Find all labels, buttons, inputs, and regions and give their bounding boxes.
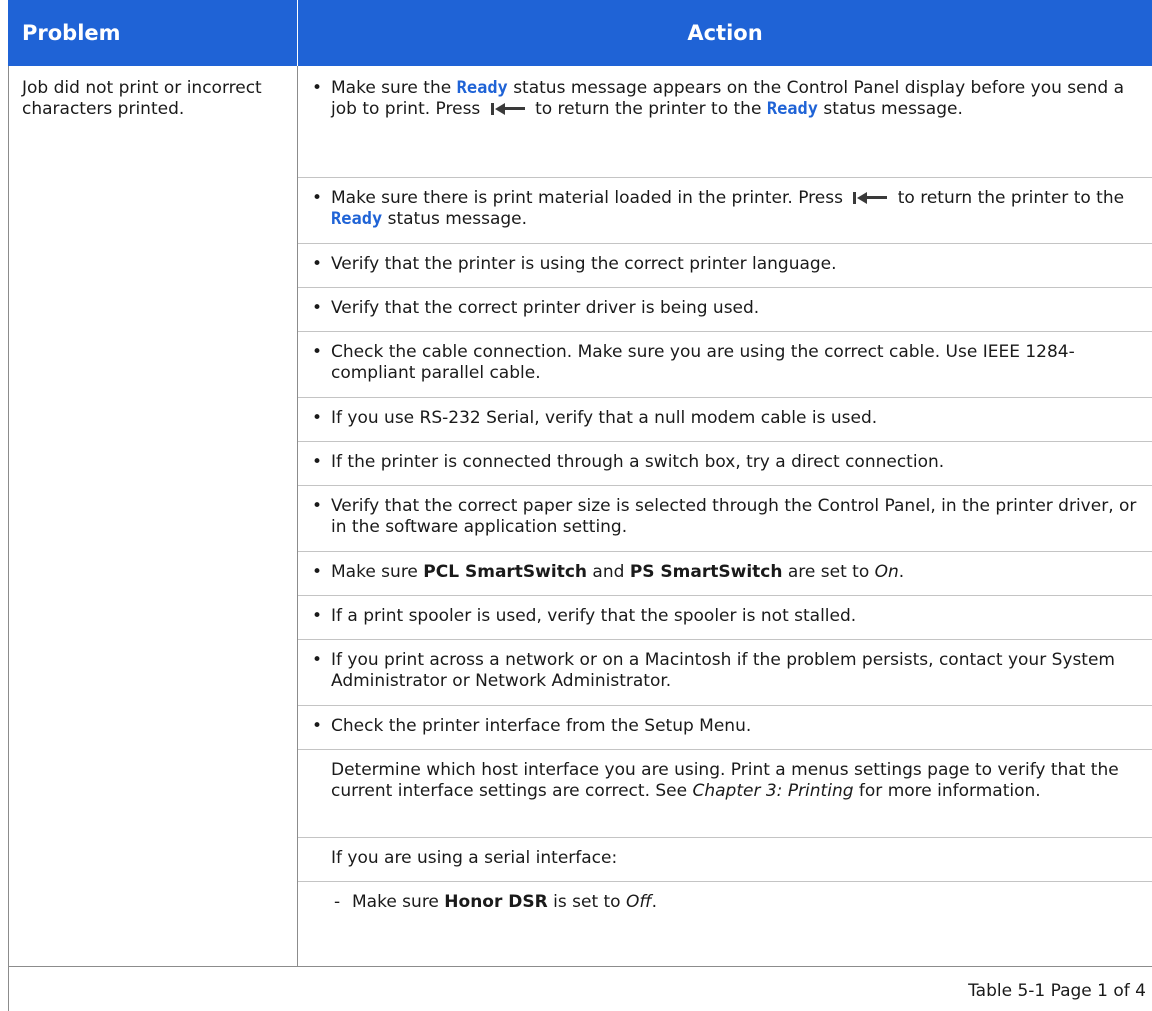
- action-text: Verify that the printer is using the cor…: [331, 254, 837, 274]
- column-header-action-label: Action: [687, 21, 763, 45]
- row-separator: [298, 485, 1152, 486]
- action-text: Make sure there is print material loaded…: [331, 188, 1125, 229]
- on-value: On: [874, 562, 899, 582]
- back-arrow-icon: [490, 103, 525, 115]
- ready-status-code: Ready: [766, 99, 819, 119]
- bullet: •: [312, 254, 323, 274]
- action-text: Verify that the correct printer driver i…: [331, 298, 760, 318]
- row-separator: [298, 749, 1152, 750]
- bullet: •: [312, 606, 323, 626]
- action-row: • Make sure there is print material load…: [298, 188, 1152, 238]
- row-separator: [298, 705, 1152, 706]
- column-header-problem-label: Problem: [22, 21, 121, 45]
- row-separator: [298, 595, 1152, 596]
- dash-marker: -: [334, 892, 341, 912]
- action-text: If you are using a serial interface:: [331, 848, 618, 868]
- table-row-border: [8, 966, 1152, 967]
- ready-status-code: Ready: [456, 78, 508, 98]
- bullet: •: [312, 562, 323, 582]
- bullet: •: [312, 452, 323, 472]
- bullet: •: [312, 342, 323, 362]
- row-separator: [298, 331, 1152, 332]
- action-text: Make sure PCL SmartSwitch and PS SmartSw…: [331, 562, 905, 582]
- row-separator: [298, 397, 1152, 398]
- header-divider: [297, 0, 298, 66]
- table-page-footer: Table 5-1 Page 1 of 4: [968, 981, 1146, 1001]
- action-text: Verify that the correct paper size is se…: [331, 496, 1137, 537]
- action-text: Check the printer interface from the Set…: [331, 716, 752, 736]
- off-value: Off: [625, 892, 652, 912]
- bullet: •: [312, 188, 323, 208]
- ps-smartswitch-setting: PS SmartSwitch: [629, 562, 783, 582]
- back-arrow-icon: [853, 192, 888, 204]
- table-border-left: [8, 66, 9, 1011]
- action-row: • Make sure the Ready status message app…: [298, 78, 1152, 168]
- bullet: •: [312, 496, 323, 516]
- column-header-problem: Problem: [8, 0, 298, 66]
- bullet: •: [312, 298, 323, 318]
- action-text: Make sure the Ready status message appea…: [331, 78, 1124, 119]
- bullet: •: [312, 716, 323, 736]
- action-text: If you print across a network or on a Ma…: [331, 650, 1115, 691]
- action-text: If a print spooler is used, verify that …: [331, 606, 857, 626]
- bullet: •: [312, 650, 323, 670]
- chapter-reference: Chapter 3: Printing: [692, 781, 854, 801]
- row-separator: [298, 639, 1152, 640]
- action-text: Check the cable connection. Make sure yo…: [331, 342, 1075, 383]
- column-header-action: Action: [298, 0, 1152, 66]
- ready-status-code: Ready: [331, 209, 383, 229]
- bullet: •: [312, 408, 323, 428]
- action-text: Make sure Honor DSR is set to Off.: [352, 892, 658, 912]
- row-separator: [298, 177, 1152, 178]
- pcl-smartswitch-setting: PCL SmartSwitch: [423, 562, 588, 582]
- row-separator: [298, 837, 1152, 838]
- action-text: If you use RS-232 Serial, verify that a …: [331, 408, 878, 428]
- honor-dsr-setting: Honor DSR: [444, 892, 548, 912]
- row-separator: [298, 441, 1152, 442]
- action-text: If the printer is connected through a sw…: [331, 452, 945, 472]
- problem-description: Job did not print or incorrect character…: [22, 78, 262, 119]
- row-separator: [298, 551, 1152, 552]
- action-text: Determine which host interface you are u…: [331, 760, 1119, 801]
- row-separator: [298, 287, 1152, 288]
- row-separator: [298, 243, 1152, 244]
- bullet: •: [312, 78, 323, 98]
- row-separator: [298, 881, 1152, 882]
